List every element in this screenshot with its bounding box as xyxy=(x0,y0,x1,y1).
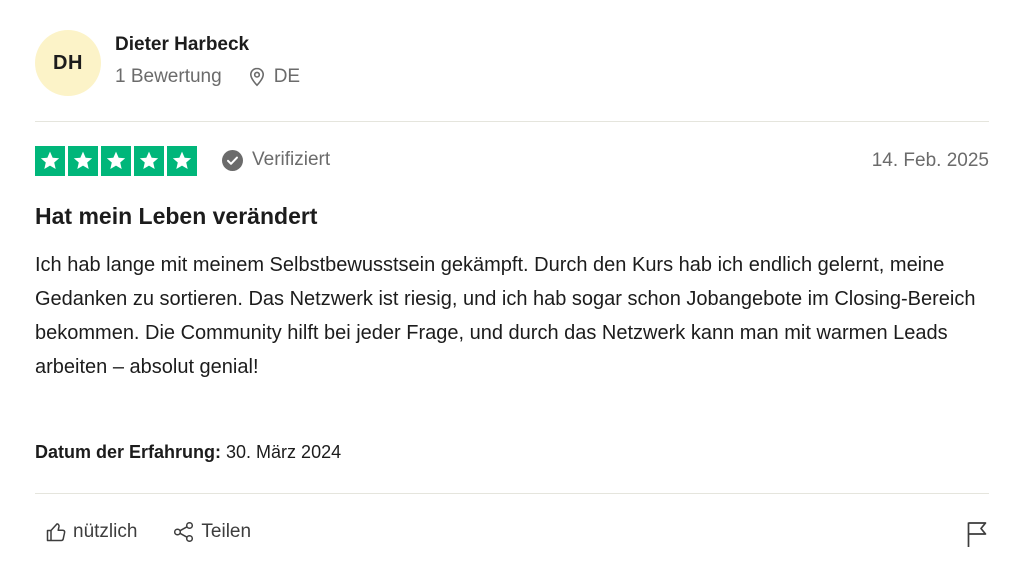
verified-label: Verifiziert xyxy=(252,149,331,170)
location-pin-icon xyxy=(249,67,264,87)
experience-date: 30. März 2024 xyxy=(226,442,342,462)
star-icon xyxy=(35,146,65,176)
useful-label: nützlich xyxy=(73,521,138,542)
avatar[interactable]: DH xyxy=(35,30,101,96)
review-text: Ich hab lange mit meinem Selbstbewusstse… xyxy=(35,254,976,378)
country-code: DE xyxy=(273,66,301,87)
experience-label: Datum der Erfahrung: xyxy=(35,442,222,462)
review-date: 14. Feb. 2025 xyxy=(871,150,989,171)
divider-top xyxy=(35,121,989,122)
reviewer-name[interactable]: Dieter Harbeck xyxy=(115,34,249,56)
useful-button[interactable]: nützlich xyxy=(45,521,137,543)
share-icon xyxy=(174,521,194,543)
star-rating xyxy=(35,146,197,176)
verified-badge[interactable]: Verifiziert xyxy=(222,149,330,171)
reviewer-meta: 1 Bewertung DE xyxy=(115,66,300,88)
star-icon xyxy=(101,146,131,176)
flag-icon xyxy=(967,522,987,547)
reviews-count: 1 Bewertung xyxy=(115,66,222,87)
star-icon xyxy=(68,146,98,176)
share-label: Teilen xyxy=(201,521,252,542)
divider-bottom xyxy=(35,493,989,494)
check-circle-icon xyxy=(222,149,243,171)
review-title: Hat mein Leben verändert xyxy=(35,203,318,229)
experience-date-row: Datum der Erfahrung: 30. März 2024 xyxy=(35,442,341,463)
thumbs-up-icon xyxy=(46,523,66,542)
share-button[interactable]: Teilen xyxy=(173,521,251,543)
report-flag-button[interactable] xyxy=(965,520,989,553)
star-icon xyxy=(134,146,164,176)
review-actions: nützlich Teilen xyxy=(45,521,287,543)
reviewer-location: DE xyxy=(248,66,300,88)
star-icon xyxy=(167,146,197,176)
